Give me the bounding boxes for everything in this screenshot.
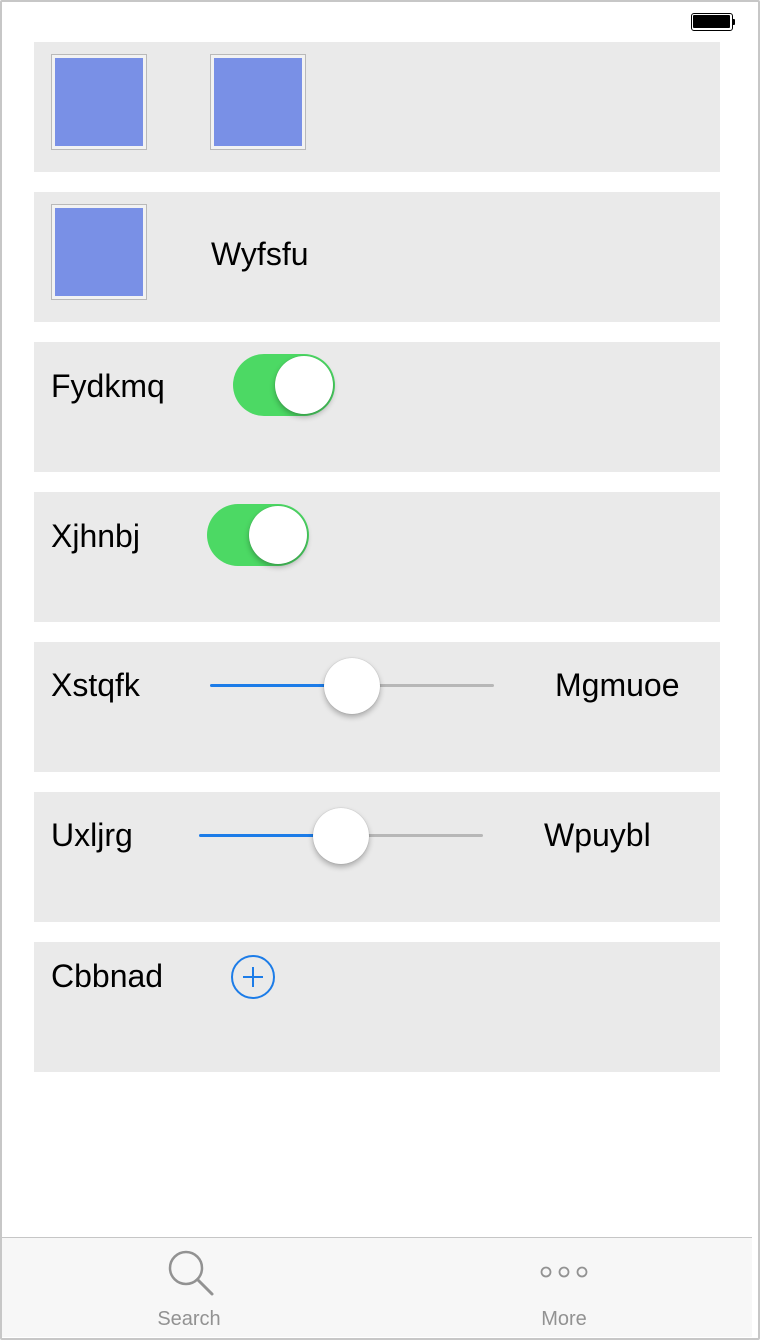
switch-knob [249,506,307,564]
switch-label: Fydkmq [51,368,165,404]
slider-min-label: Uxljrg [51,817,133,853]
slider-max-label: Wpuybl [544,817,651,853]
slider-thumb[interactable] [313,808,369,864]
slider[interactable] [199,806,483,866]
battery-icon [691,13,735,31]
switch-knob [275,356,333,414]
image-thumbnail[interactable] [210,54,306,150]
slider-row: Uxljrg Wpuybl [34,792,720,922]
image-thumbnail[interactable] [51,54,147,150]
more-icon [540,1266,588,1278]
add-button[interactable] [231,955,275,999]
slider-row: Xstqfk Mgmuoe [34,642,720,772]
switch-row: Fydkmq [34,342,720,472]
slider-thumb[interactable] [324,658,380,714]
image-thumbnail[interactable] [51,204,147,300]
tab-more[interactable]: More [464,1238,664,1337]
slider-max-label: Mgmuoe [555,667,680,703]
row-label: Wyfsfu [211,236,309,272]
tab-label: Search [157,1308,221,1330]
slider[interactable] [210,656,494,716]
toggle-switch[interactable] [233,354,335,416]
add-row: Cbbnad [34,942,720,1072]
switch-row: Xjhnbj [34,492,720,622]
search-icon [168,1250,214,1296]
switch-label: Xjhnbj [51,518,140,554]
tab-search[interactable]: Search [89,1238,289,1337]
image-row [34,42,720,172]
add-label: Cbbnad [51,958,164,994]
toggle-switch[interactable] [207,504,309,566]
tab-bar: Search More [2,1237,752,1337]
tab-label: More [541,1308,587,1330]
slider-min-label: Xstqfk [51,667,140,703]
image-label-row: Wyfsfu [34,192,720,322]
